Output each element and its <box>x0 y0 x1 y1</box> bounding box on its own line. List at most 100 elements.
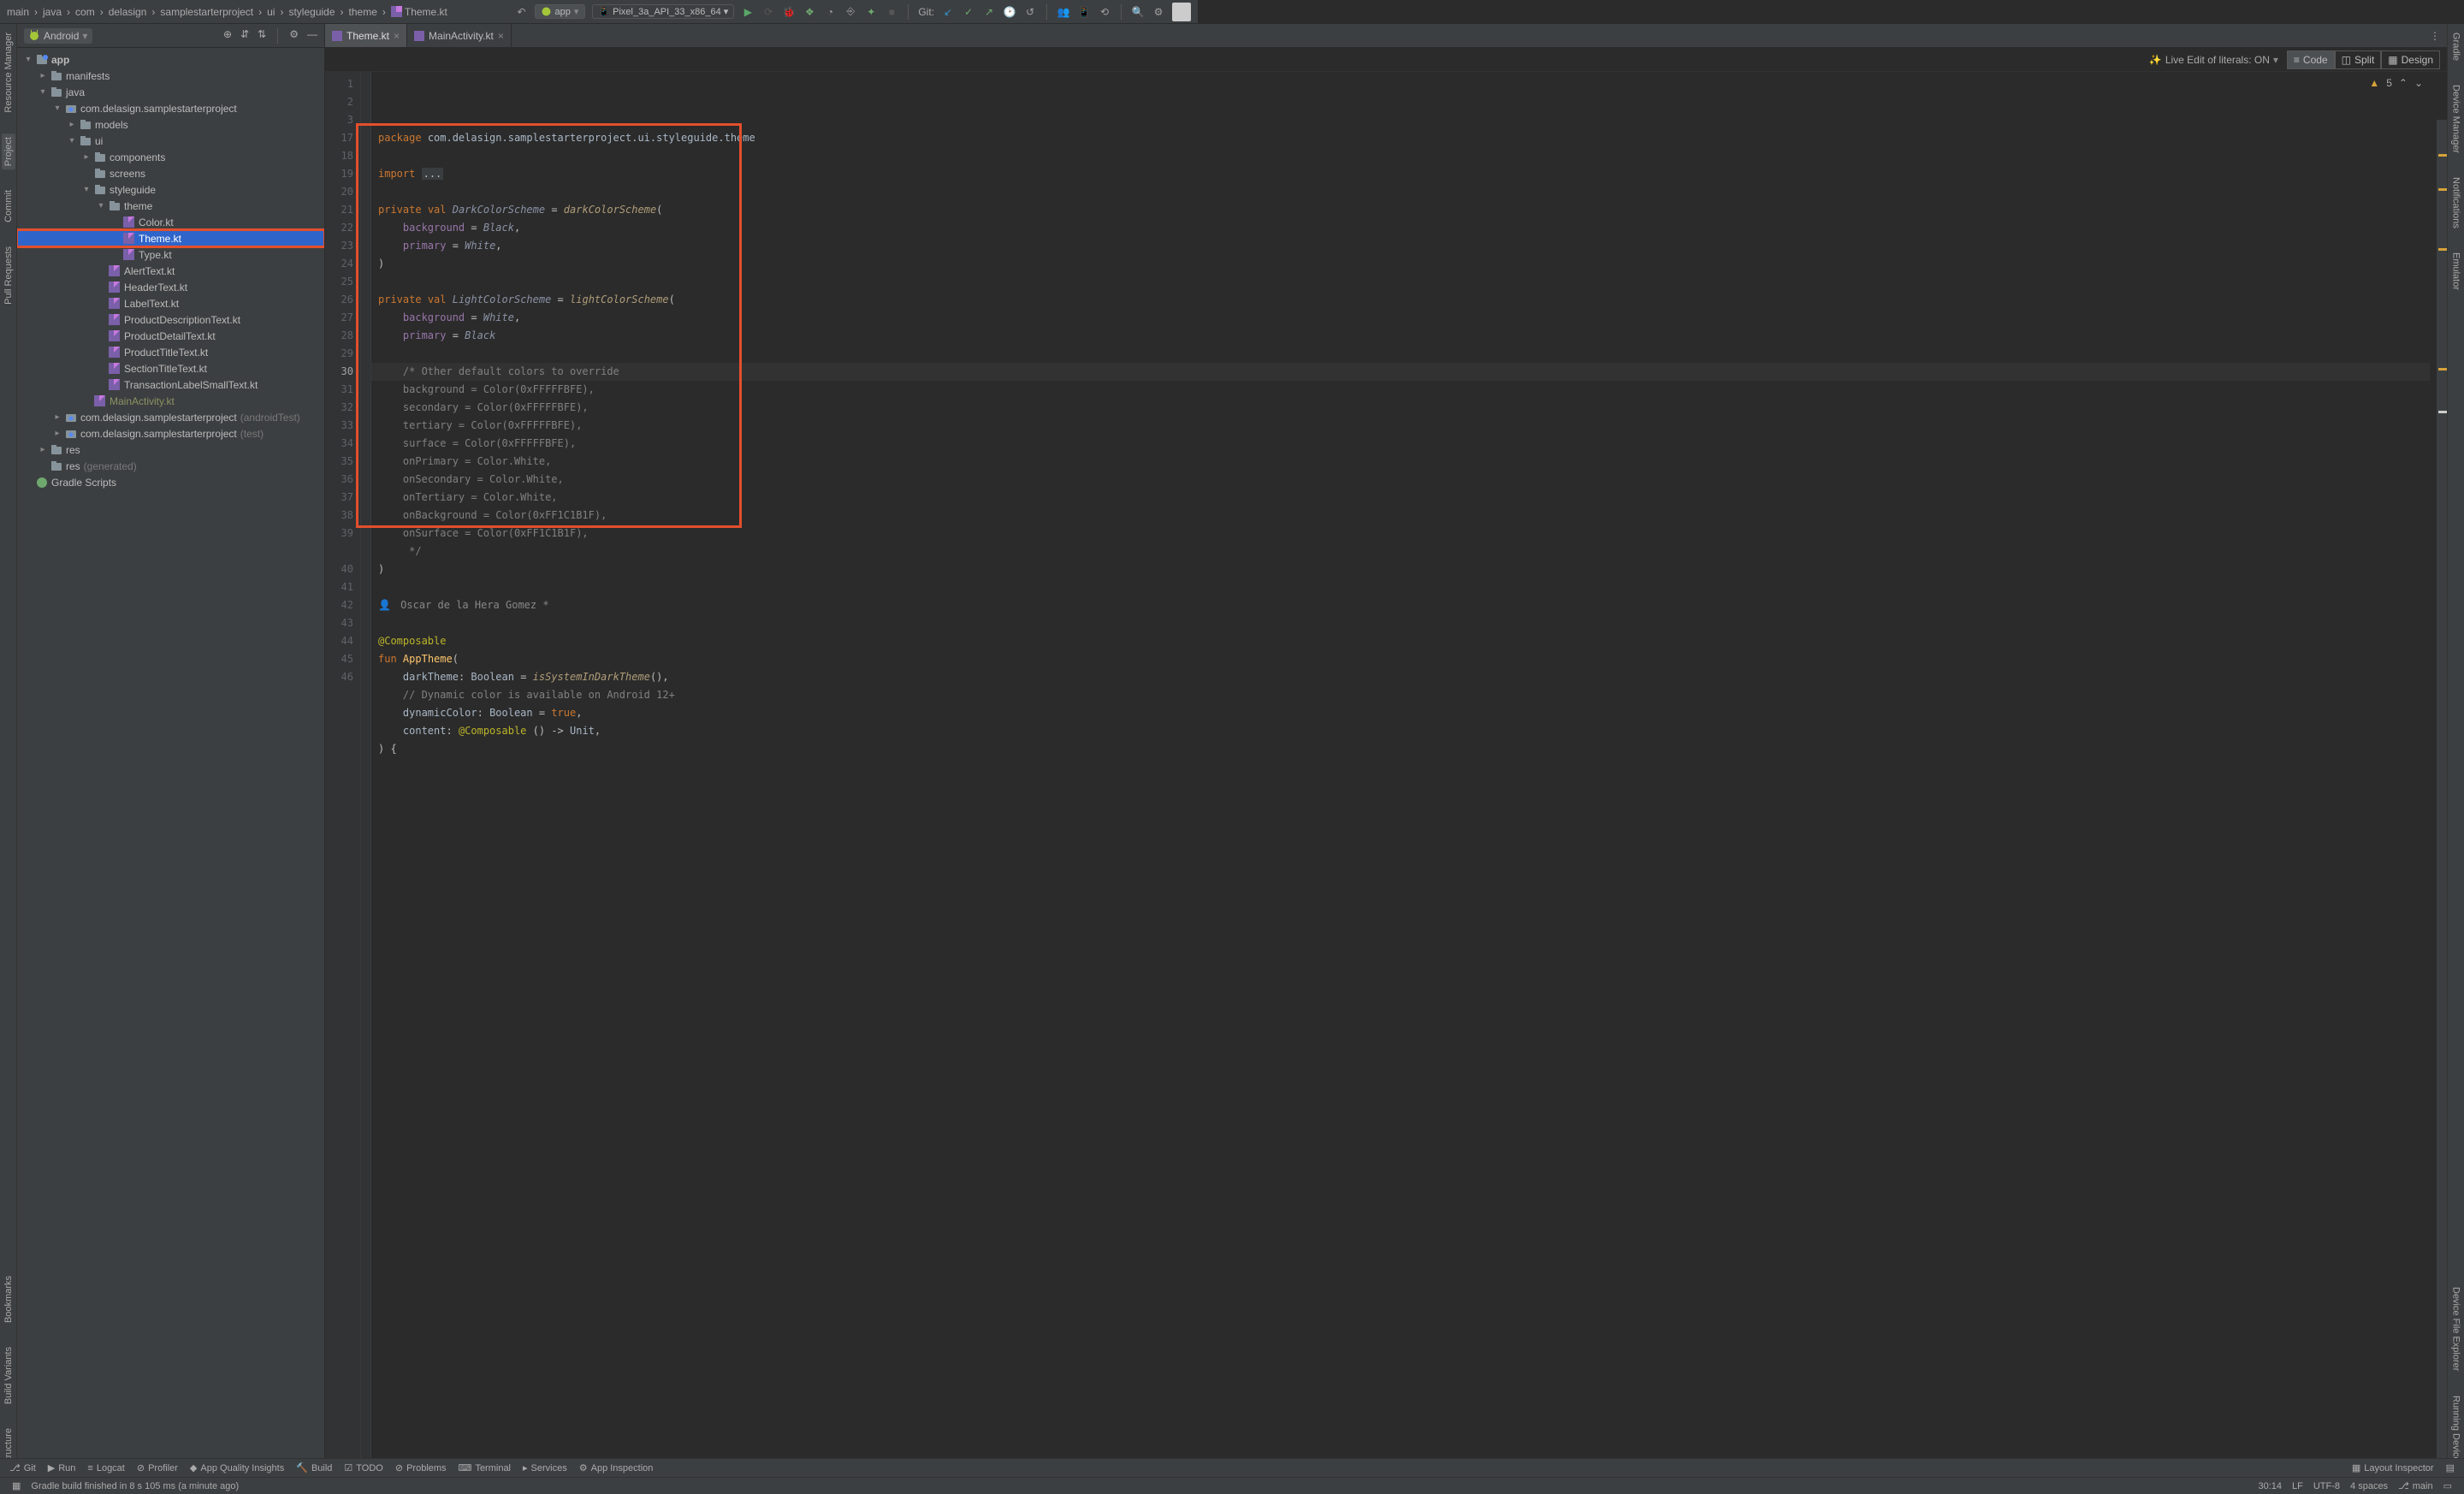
code-mode-button[interactable]: ≡ Code <box>2287 50 2335 69</box>
notifications-tab[interactable]: Notifications <box>2449 174 2463 232</box>
back-icon[interactable]: ↶ <box>514 5 528 19</box>
resource-manager-tab[interactable]: Resource Manager <box>2 29 15 116</box>
tab-theme[interactable]: Theme.kt× <box>325 24 407 47</box>
stop-icon[interactable]: ■ <box>885 5 898 19</box>
tree-item[interactable]: models <box>17 116 324 133</box>
tree-item[interactable]: SectionTitleText.kt <box>17 360 324 376</box>
tool-window-icon[interactable]: ▦ <box>7 1480 26 1491</box>
tree-item[interactable]: ProductDescriptionText.kt <box>17 311 324 328</box>
tree-item[interactable]: LabelText.kt <box>17 295 324 311</box>
tree-item[interactable]: com.delasign.samplestarterproject <box>17 100 324 116</box>
history-icon[interactable]: 🕑 <box>1003 5 1016 19</box>
layout-inspector-tool[interactable]: ▦ Layout Inspector <box>2346 1462 2440 1473</box>
services-tool[interactable]: ▸ Services <box>517 1462 573 1473</box>
expand-icon[interactable]: ⇵ <box>240 28 249 44</box>
emulator-tab[interactable]: Emulator <box>2449 249 2463 293</box>
git-tool[interactable]: ⎇ Git <box>3 1462 42 1473</box>
device-manager-tab[interactable]: Device Manager <box>2449 81 2463 157</box>
caret-position[interactable]: 30:14 <box>2253 1481 2287 1491</box>
run-config-dropdown[interactable]: app▾ <box>535 4 585 19</box>
problems-tool[interactable]: ⊘ Problems <box>389 1462 453 1473</box>
breadcrumb-item[interactable]: delasign <box>109 6 147 18</box>
breadcrumb-item[interactable]: java <box>43 6 62 18</box>
tree-item[interactable]: ProductDetailText.kt <box>17 328 324 344</box>
locate-icon[interactable]: ⊕ <box>223 28 232 44</box>
bookmarks-tab[interactable]: Bookmarks <box>2 1272 15 1326</box>
collapse-icon[interactable]: ⇅ <box>258 28 266 44</box>
code-with-me-icon[interactable]: 👥 <box>1057 5 1070 19</box>
close-icon[interactable]: × <box>498 30 504 42</box>
breadcrumb-item[interactable]: ui <box>267 6 275 18</box>
tree-item[interactable]: theme <box>17 198 324 214</box>
project-tab[interactable]: Project <box>2 133 15 169</box>
app-quality-tool[interactable]: ◆ App Quality Insights <box>184 1462 290 1473</box>
breadcrumb-item[interactable]: com <box>75 6 95 18</box>
tree-item[interactable]: Gradle Scripts <box>17 474 324 490</box>
app-inspection-tool[interactable]: ⚙ App Inspection <box>573 1462 660 1473</box>
device-file-explorer-tab[interactable]: Device File Explorer <box>2449 1284 2463 1374</box>
event-log-icon[interactable]: ▤ <box>2440 1462 2461 1473</box>
more-run-icon[interactable]: ✦ <box>864 5 878 19</box>
indent-config[interactable]: 4 spaces <box>2345 1481 2393 1491</box>
breadcrumb-item[interactable]: theme <box>349 6 377 18</box>
profiler-tool[interactable]: ⊘ Profiler <box>131 1462 184 1473</box>
run-tool[interactable]: ▶ Run <box>42 1462 82 1473</box>
breadcrumb-item[interactable]: samplestarterproject <box>160 6 253 18</box>
tree-item[interactable]: Theme.kt <box>17 230 324 246</box>
project-view-dropdown[interactable]: Android▾ <box>24 28 92 44</box>
settings-icon[interactable]: ⚙ <box>1152 5 1165 19</box>
tree-item[interactable]: ui <box>17 133 324 149</box>
todo-tool[interactable]: ☑ TODO <box>338 1462 388 1473</box>
git-push-icon[interactable]: ↗ <box>982 5 996 19</box>
tree-item[interactable]: res <box>17 442 324 458</box>
git-update-icon[interactable]: ↙ <box>941 5 955 19</box>
debug-icon[interactable]: 🐞 <box>782 5 796 19</box>
device-dropdown[interactable]: 📱 Pixel_3a_API_33_x86_64 ▾ <box>592 4 734 19</box>
git-branch[interactable]: ⎇ main <box>2393 1480 2438 1491</box>
close-icon[interactable]: × <box>394 30 400 42</box>
git-commit-icon[interactable]: ✓ <box>962 5 975 19</box>
tree-item[interactable]: res (generated) <box>17 458 324 474</box>
tree-item[interactable]: com.delasign.samplestarterproject (test) <box>17 425 324 442</box>
project-tree[interactable]: appmanifestsjavacom.delasign.samplestart… <box>17 48 324 1470</box>
tree-item[interactable]: Color.kt <box>17 214 324 230</box>
attach-icon[interactable]: ⎆ <box>844 5 857 19</box>
split-mode-button[interactable]: ◫ Split <box>2335 50 2382 69</box>
memory-indicator[interactable]: ▭ <box>2438 1480 2457 1491</box>
tree-item[interactable]: components <box>17 149 324 165</box>
breadcrumb-item[interactable]: main <box>7 6 29 18</box>
run-icon[interactable]: ▶ <box>741 5 755 19</box>
rollback-icon[interactable]: ↺ <box>1023 5 1037 19</box>
code-editor[interactable]: ▲5 ⌃ ⌄ 123171819202122232425262728293031… <box>325 72 2447 1470</box>
breadcrumb-item[interactable]: styleguide <box>288 6 335 18</box>
tree-item[interactable]: app <box>17 51 324 68</box>
design-mode-button[interactable]: ▦ Design <box>2381 50 2440 69</box>
fold-gutter[interactable] <box>361 72 371 1470</box>
tree-settings-icon[interactable]: ⚙ <box>289 28 299 44</box>
tabs-options-icon[interactable]: ⋮ <box>2423 24 2447 47</box>
tree-item[interactable]: MainActivity.kt <box>17 393 324 409</box>
coverage-icon[interactable]: ❖ <box>803 5 816 19</box>
tree-item[interactable]: TransactionLabelSmallText.kt <box>17 376 324 393</box>
tree-item[interactable]: ProductTitleText.kt <box>17 344 324 360</box>
commit-tab[interactable]: Commit <box>2 187 15 226</box>
tree-item[interactable]: com.delasign.samplestarterproject (andro… <box>17 409 324 425</box>
sync-icon[interactable]: ⟲ <box>1098 5 1111 19</box>
breadcrumb-file[interactable]: Theme.kt <box>391 6 447 18</box>
tree-item[interactable]: AlertText.kt <box>17 263 324 279</box>
hide-icon[interactable]: — <box>307 28 317 44</box>
gradle-tab[interactable]: Gradle <box>2449 29 2463 64</box>
terminal-tool[interactable]: ⌨ Terminal <box>453 1462 517 1473</box>
file-encoding[interactable]: UTF-8 <box>2308 1481 2345 1491</box>
tree-item[interactable]: HeaderText.kt <box>17 279 324 295</box>
tree-item[interactable]: styleguide <box>17 181 324 198</box>
logcat-tool[interactable]: ≡ Logcat <box>81 1463 130 1473</box>
build-tool[interactable]: 🔨 Build <box>290 1462 338 1473</box>
build-variants-tab[interactable]: Build Variants <box>2 1343 15 1408</box>
tree-item[interactable]: manifests <box>17 68 324 84</box>
search-icon[interactable]: 🔍 <box>1131 5 1145 19</box>
line-separator[interactable]: LF <box>2287 1481 2308 1491</box>
code-content[interactable]: package com.delasign.samplestarterprojec… <box>371 72 2447 1470</box>
tree-item[interactable]: screens <box>17 165 324 181</box>
device-icon2[interactable]: 📱 <box>1077 5 1091 19</box>
